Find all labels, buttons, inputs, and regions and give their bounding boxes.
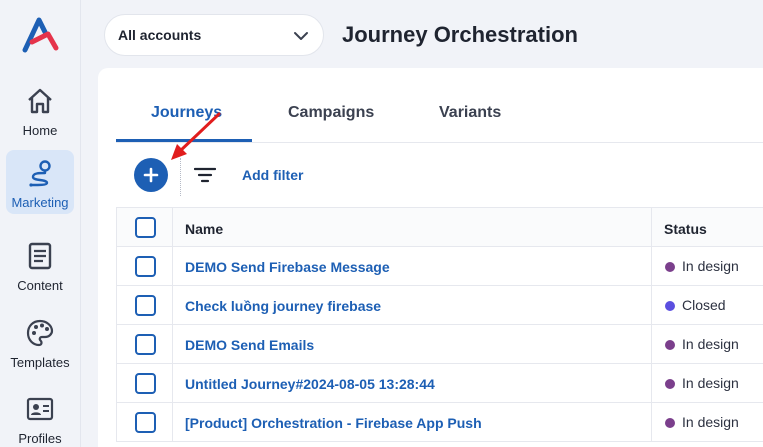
journey-name-link[interactable]: Check luồng journey firebase xyxy=(185,298,381,314)
marketing-route-icon xyxy=(29,160,51,187)
plus-icon xyxy=(143,167,159,183)
status-text: In design xyxy=(682,258,739,274)
status-dot-icon xyxy=(665,379,675,389)
page-title: Journey Orchestration xyxy=(342,22,578,47)
status-cell: In design xyxy=(651,247,763,285)
row-check-cell xyxy=(116,325,173,363)
status-dot-icon xyxy=(665,262,675,272)
row-checkbox[interactable] xyxy=(135,412,156,433)
status-text: In design xyxy=(682,375,739,391)
account-select[interactable]: All accounts xyxy=(104,14,324,56)
sidebar-item-templates[interactable]: Templates xyxy=(6,310,74,374)
palette-icon xyxy=(26,319,54,347)
column-header-status[interactable]: Status xyxy=(664,221,707,237)
table-row[interactable]: [Product] Orchestration - Firebase App P… xyxy=(116,403,763,442)
row-checkbox[interactable] xyxy=(135,295,156,316)
tab-variants[interactable]: Variants xyxy=(439,104,501,122)
sidebar-item-label: Templates xyxy=(10,355,70,370)
home-icon xyxy=(28,88,52,114)
journey-name-link[interactable]: Untitled Journey#2024-08-05 13:28:44 xyxy=(185,376,435,392)
journeys-table: Name Status DEMO Send Firebase Message I… xyxy=(116,207,763,442)
status-cell: Closed xyxy=(651,286,763,324)
tab-campaigns[interactable]: Campaigns xyxy=(288,104,374,122)
journey-name-link[interactable]: DEMO Send Firebase Message xyxy=(185,259,390,275)
row-checkbox[interactable] xyxy=(135,334,156,355)
sidebar-item-label: Profiles xyxy=(18,431,62,446)
add-journey-button[interactable] xyxy=(134,158,168,192)
profile-card-icon xyxy=(26,397,54,421)
sidebar-item-profiles[interactable]: Profiles xyxy=(6,386,74,447)
table-row[interactable]: Check luồng journey firebase Closed xyxy=(116,286,763,325)
content-document-icon xyxy=(28,242,52,270)
journey-name-link[interactable]: DEMO Send Emails xyxy=(185,337,314,353)
row-checkbox[interactable] xyxy=(135,256,156,277)
column-header-name[interactable]: Name xyxy=(185,221,223,237)
column-header-status-cell: Status xyxy=(651,208,763,246)
status-text: In design xyxy=(682,336,739,352)
row-check-cell xyxy=(116,286,173,324)
table-row[interactable]: DEMO Send Emails In design xyxy=(116,325,763,364)
status-cell: In design xyxy=(651,364,763,402)
sidebar-item-home[interactable]: Home xyxy=(6,78,74,142)
sidebar-item-content[interactable]: Content xyxy=(6,233,74,297)
sidebar-item-marketing[interactable]: Marketing xyxy=(6,150,74,214)
status-dot-icon xyxy=(665,301,675,311)
table-row[interactable]: DEMO Send Firebase Message In design xyxy=(116,247,763,286)
row-check-cell xyxy=(116,364,173,402)
status-cell: In design xyxy=(651,403,763,441)
select-all-checkbox[interactable] xyxy=(135,217,156,238)
status-dot-icon xyxy=(665,340,675,350)
sidebar: Home Marketing Content Templates Profile… xyxy=(0,0,81,447)
chevron-down-icon xyxy=(294,32,308,40)
sidebar-item-label: Content xyxy=(17,278,63,293)
table-header-row: Name Status xyxy=(116,207,763,247)
app-logo-icon[interactable] xyxy=(22,16,60,54)
table-row[interactable]: Untitled Journey#2024-08-05 13:28:44 In … xyxy=(116,364,763,403)
add-filter-link[interactable]: Add filter xyxy=(242,167,303,183)
status-text: In design xyxy=(682,414,739,430)
account-select-value: All accounts xyxy=(118,27,202,43)
annotation-arrow-icon xyxy=(171,112,221,160)
sidebar-item-label: Marketing xyxy=(11,195,69,210)
row-check-cell xyxy=(116,247,173,285)
status-text: Closed xyxy=(682,297,726,313)
status-cell: In design xyxy=(651,325,763,363)
status-dot-icon xyxy=(665,418,675,428)
select-all-cell xyxy=(116,208,173,246)
row-checkbox[interactable] xyxy=(135,373,156,394)
row-check-cell xyxy=(116,403,173,441)
sidebar-item-label: Home xyxy=(22,123,58,138)
journey-name-link[interactable]: [Product] Orchestration - Firebase App P… xyxy=(185,415,482,431)
